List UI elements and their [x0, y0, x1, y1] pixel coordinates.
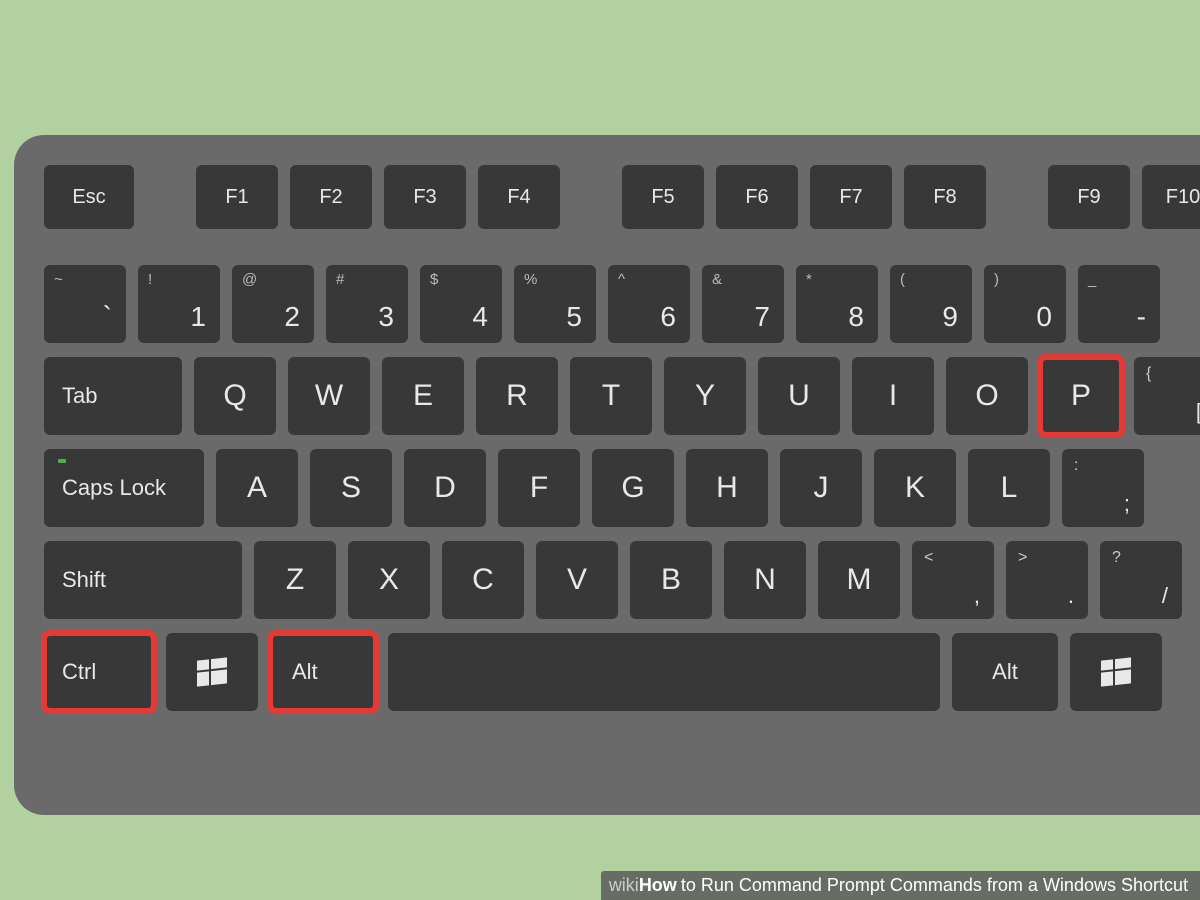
key-t: T	[570, 357, 652, 435]
caption-text: to Run Command Prompt Commands from a Wi…	[681, 875, 1188, 896]
key-f: F	[498, 449, 580, 527]
bottom-row: Ctrl Alt Alt	[44, 633, 1200, 711]
key-n: N	[724, 541, 806, 619]
key-space	[388, 633, 940, 711]
key-9: (9	[890, 265, 972, 343]
key-y: Y	[664, 357, 746, 435]
key-alt-left: Alt	[270, 633, 376, 711]
key-f7: F7	[810, 165, 892, 229]
key-f4: F4	[478, 165, 560, 229]
key-e: E	[382, 357, 464, 435]
key-l: L	[968, 449, 1050, 527]
key-u: U	[758, 357, 840, 435]
key-minus: _-	[1078, 265, 1160, 343]
key-h: H	[686, 449, 768, 527]
key-tab: Tab	[44, 357, 182, 435]
key-period: > .	[1006, 541, 1088, 619]
key-bracket-left: { [	[1134, 357, 1200, 435]
key-7: &7	[702, 265, 784, 343]
key-1: !1	[138, 265, 220, 343]
key-o: O	[946, 357, 1028, 435]
keyboard-diagram: Esc F1 F2 F3 F4 F5 F6 F7 F8 F9 F10 ~`!1@…	[14, 135, 1200, 815]
key-6: ^6	[608, 265, 690, 343]
key-8: *8	[796, 265, 878, 343]
key-b: B	[630, 541, 712, 619]
key-shift: Shift	[44, 541, 242, 619]
key-v: V	[536, 541, 618, 619]
key-p: P	[1040, 357, 1122, 435]
key-c: C	[442, 541, 524, 619]
key-backtick: ~`	[44, 265, 126, 343]
windows-logo-icon	[197, 657, 227, 686]
qwerty-row: Tab QWERTYUIOP { [	[44, 357, 1200, 435]
key-g: G	[592, 449, 674, 527]
key-5: %5	[514, 265, 596, 343]
key-z: Z	[254, 541, 336, 619]
key-k: K	[874, 449, 956, 527]
key-w: W	[288, 357, 370, 435]
key-3: #3	[326, 265, 408, 343]
function-row: Esc F1 F2 F3 F4 F5 F6 F7 F8 F9 F10	[44, 165, 1200, 229]
key-s: S	[310, 449, 392, 527]
brand-how: How	[639, 875, 677, 896]
key-windows-left	[166, 633, 258, 711]
key-r: R	[476, 357, 558, 435]
key-ctrl: Ctrl	[44, 633, 154, 711]
key-i: I	[852, 357, 934, 435]
key-esc: Esc	[44, 165, 134, 229]
key-alt-right: Alt	[952, 633, 1058, 711]
brand-wiki: wiki	[609, 875, 639, 896]
key-windows-right	[1070, 633, 1162, 711]
key-d: D	[404, 449, 486, 527]
key-2: @2	[232, 265, 314, 343]
key-f6: F6	[716, 165, 798, 229]
asdf-row: Caps Lock ASDFGHJKL : ;	[44, 449, 1200, 527]
key-j: J	[780, 449, 862, 527]
key-0: )0	[984, 265, 1066, 343]
number-row: ~`!1@2#3$4%5^6&7*8(9)0_-	[44, 265, 1200, 343]
key-semicolon: : ;	[1062, 449, 1144, 527]
key-x: X	[348, 541, 430, 619]
key-f5: F5	[622, 165, 704, 229]
key-a: A	[216, 449, 298, 527]
key-f8: F8	[904, 165, 986, 229]
key-f3: F3	[384, 165, 466, 229]
key-4: $4	[420, 265, 502, 343]
key-slash: ? /	[1100, 541, 1182, 619]
key-f9: F9	[1048, 165, 1130, 229]
key-capslock: Caps Lock	[44, 449, 204, 527]
capslock-indicator-icon	[58, 459, 66, 463]
key-comma: < ,	[912, 541, 994, 619]
key-f2: F2	[290, 165, 372, 229]
caption-bar: wikiHow to Run Command Prompt Commands f…	[601, 871, 1200, 900]
key-m: M	[818, 541, 900, 619]
key-f10: F10	[1142, 165, 1200, 229]
windows-logo-icon	[1101, 657, 1131, 686]
key-q: Q	[194, 357, 276, 435]
zxcv-row: Shift ZXCVBNM < , > . ? /	[44, 541, 1200, 619]
key-f1: F1	[196, 165, 278, 229]
